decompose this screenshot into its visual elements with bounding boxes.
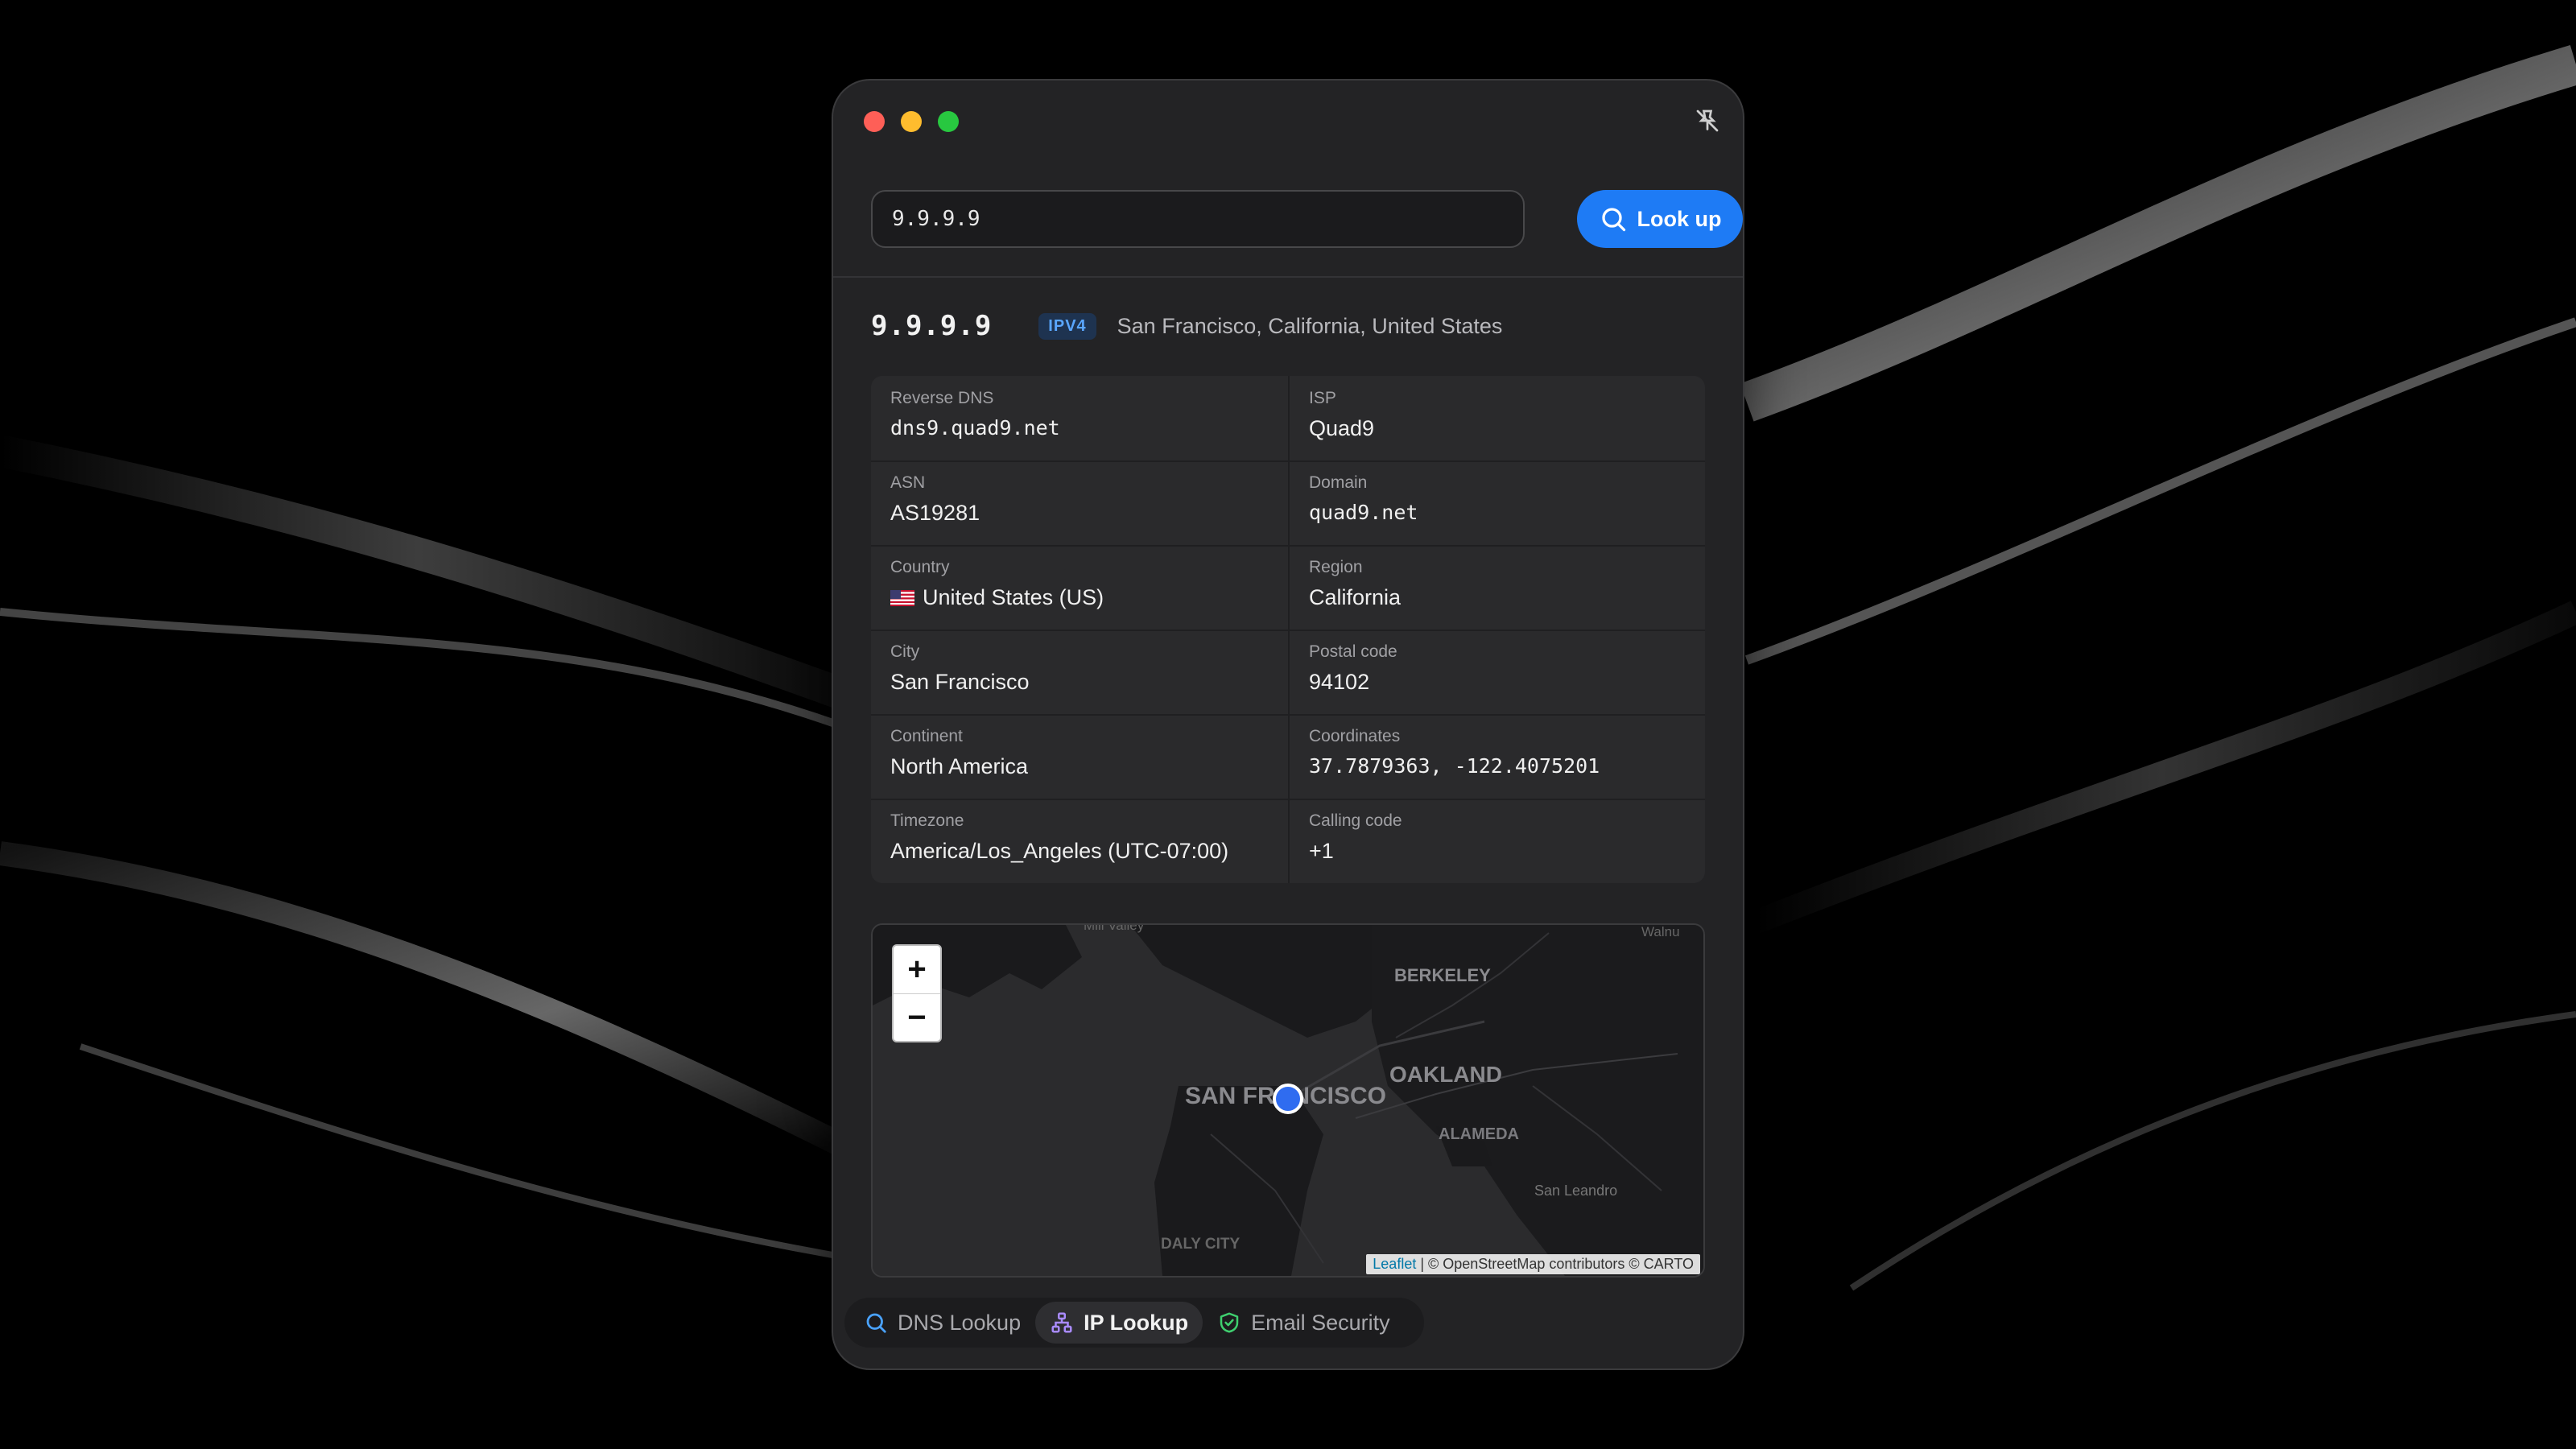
field-region: Region California bbox=[1288, 545, 1705, 630]
zoom-window-button[interactable] bbox=[938, 111, 959, 132]
tab-label: DNS Lookup bbox=[898, 1310, 1022, 1335]
field-coordinates: Coordinates 37.7879363, -122.4075201 bbox=[1288, 714, 1705, 799]
result-ip: 9.9.9.9 bbox=[871, 310, 993, 342]
field-label: ISP bbox=[1309, 389, 1336, 407]
field-label: Postal code bbox=[1309, 642, 1397, 661]
ip-search-input[interactable] bbox=[871, 190, 1525, 248]
field-value: quad9.net bbox=[1309, 501, 1418, 524]
map-label: San Leandro bbox=[1534, 1183, 1617, 1199]
search-icon bbox=[1601, 208, 1625, 232]
result-location: San Francisco, California, United States bbox=[1117, 313, 1503, 338]
field-value: United States (US) bbox=[923, 585, 1104, 609]
field-calling-code: Calling code +1 bbox=[1288, 799, 1705, 883]
header-divider bbox=[833, 276, 1743, 278]
network-icon bbox=[1051, 1312, 1072, 1333]
field-city: City San Francisco bbox=[871, 630, 1288, 714]
map-label: Walnu bbox=[1641, 925, 1680, 939]
field-isp: ISP Quad9 bbox=[1288, 376, 1705, 460]
field-value: America/Los_Angeles (UTC-07:00) bbox=[890, 839, 1229, 863]
field-value-row: United States (US) bbox=[890, 585, 1269, 610]
field-label: Reverse DNS bbox=[890, 389, 994, 407]
map-label: ALAMEDA bbox=[1439, 1125, 1519, 1143]
attribution-text: | © OpenStreetMap contributors © CARTO bbox=[1416, 1256, 1694, 1272]
bottom-tab-bar: DNS Lookup IP Lookup Email Security bbox=[844, 1298, 1424, 1348]
search-icon bbox=[866, 1313, 886, 1333]
field-value: +1 bbox=[1309, 839, 1334, 863]
field-timezone: Timezone America/Los_Angeles (UTC-07:00) bbox=[871, 799, 1288, 883]
field-country: Country United States (US) bbox=[871, 545, 1288, 630]
minimize-window-button[interactable] bbox=[901, 111, 922, 132]
field-value: dns9.quad9.net bbox=[890, 416, 1060, 440]
field-continent: Continent North America bbox=[871, 714, 1288, 799]
map-label: DALY CITY bbox=[1161, 1236, 1241, 1253]
map-attribution: Leaflet | © OpenStreetMap contributors ©… bbox=[1366, 1254, 1700, 1274]
map-label: BERKELEY bbox=[1394, 965, 1491, 985]
look-up-label: Look up bbox=[1637, 206, 1722, 231]
zoom-in-button[interactable]: + bbox=[894, 946, 940, 994]
tab-email-security[interactable]: Email Security bbox=[1203, 1302, 1405, 1344]
ip-version-badge: IPV4 bbox=[1038, 312, 1096, 340]
close-window-button[interactable] bbox=[864, 111, 885, 132]
field-label: Calling code bbox=[1309, 811, 1402, 830]
field-value: California bbox=[1309, 585, 1402, 609]
leaflet-link[interactable]: Leaflet bbox=[1373, 1256, 1416, 1272]
field-label: Country bbox=[890, 558, 950, 576]
zoom-control: + − bbox=[892, 944, 942, 1042]
field-label: City bbox=[890, 642, 920, 661]
tab-label: IP Lookup bbox=[1084, 1310, 1189, 1335]
shield-check-icon bbox=[1220, 1312, 1239, 1333]
field-domain: Domain quad9.net bbox=[1288, 460, 1705, 545]
field-asn: ASN AS19281 bbox=[871, 460, 1288, 545]
zoom-out-button[interactable]: − bbox=[894, 994, 940, 1041]
field-label: Timezone bbox=[890, 811, 964, 830]
map-tiles[interactable]: Mill Valley BERKELEY OAKLAND SAN FRANCIS… bbox=[873, 925, 1703, 1276]
field-postal-code: Postal code 94102 bbox=[1288, 630, 1705, 714]
tab-dns-lookup[interactable]: DNS Lookup bbox=[849, 1302, 1035, 1344]
look-up-button[interactable]: Look up bbox=[1577, 190, 1743, 248]
field-label: Domain bbox=[1309, 473, 1368, 492]
field-label: Region bbox=[1309, 558, 1363, 576]
field-value: AS19281 bbox=[890, 501, 980, 525]
location-marker[interactable] bbox=[1273, 1084, 1303, 1114]
field-label: Continent bbox=[890, 727, 963, 745]
field-value: San Francisco bbox=[890, 670, 1030, 694]
field-value: 37.7879363, -122.4075201 bbox=[1309, 754, 1600, 778]
field-value: 94102 bbox=[1309, 670, 1370, 694]
search-bar: Look up bbox=[871, 190, 1743, 251]
map-label: OAKLAND bbox=[1389, 1062, 1502, 1087]
pin-off-icon[interactable] bbox=[1693, 106, 1722, 135]
details-grid: Reverse DNS dns9.quad9.net ISP Quad9 ASN… bbox=[871, 376, 1705, 883]
field-reverse-dns: Reverse DNS dns9.quad9.net bbox=[871, 376, 1288, 460]
us-flag-icon bbox=[890, 590, 914, 606]
location-map[interactable]: Mill Valley BERKELEY OAKLAND SAN FRANCIS… bbox=[871, 923, 1705, 1278]
tab-label: Email Security bbox=[1251, 1310, 1390, 1335]
field-label: ASN bbox=[890, 473, 926, 492]
field-label: Coordinates bbox=[1309, 727, 1401, 745]
result-header: 9.9.9.9 IPV4 San Francisco, California, … bbox=[871, 306, 1502, 346]
field-value: North America bbox=[890, 754, 1029, 778]
tab-ip-lookup[interactable]: IP Lookup bbox=[1035, 1302, 1203, 1344]
app-window: Look up 9.9.9.9 IPV4 San Francisco, Cali… bbox=[833, 80, 1743, 1368]
map-label: Mill Valley bbox=[1084, 925, 1145, 933]
field-value: Quad9 bbox=[1309, 416, 1375, 440]
